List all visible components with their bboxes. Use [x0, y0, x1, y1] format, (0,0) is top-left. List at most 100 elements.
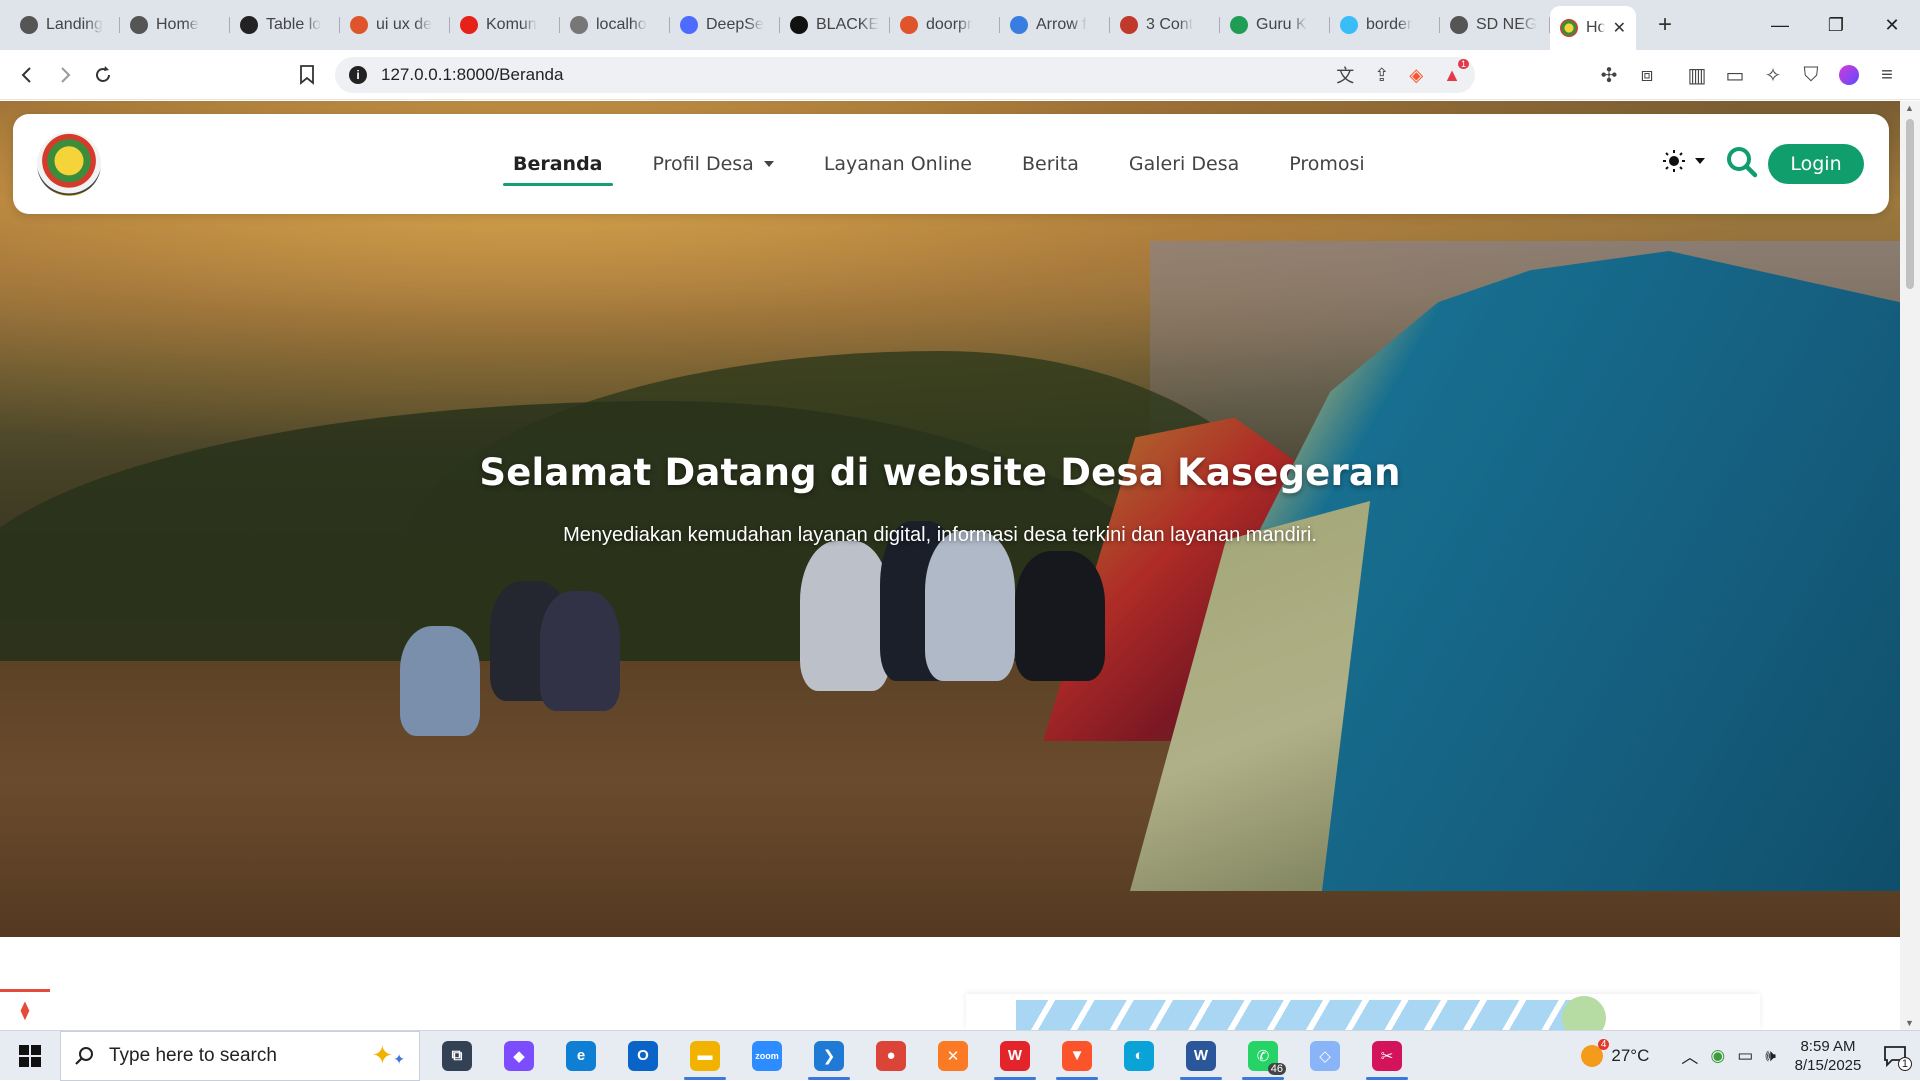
scroll-thumb[interactable] — [1906, 119, 1914, 289]
volume-icon[interactable]: 🕪 — [1765, 1046, 1776, 1066]
chevron-up-icon[interactable]: ︿ — [1681, 1043, 1698, 1068]
snipping-tool-icon: ✂ — [1372, 1040, 1402, 1071]
taskbar-app-snipping-tool[interactable]: ✂ — [1356, 1031, 1418, 1081]
weather-widget[interactable]: 4 27°C — [1581, 1038, 1649, 1067]
browser-tab[interactable]: BLACKE — [780, 5, 890, 45]
minimize-button[interactable]: — — [1752, 0, 1808, 50]
scroll-up-icon[interactable]: ▲ — [1905, 103, 1915, 113]
menu-icon[interactable]: ≡ — [1868, 56, 1906, 94]
nav-item-label: Beranda — [513, 153, 603, 175]
taskbar-app-git-app[interactable]: ◇ — [1294, 1031, 1356, 1081]
taskbar-app-vscode[interactable]: ❯ — [798, 1031, 860, 1081]
village-logo[interactable] — [37, 132, 101, 196]
browser-tab[interactable]: Guru K — [1220, 5, 1330, 45]
nav-item-profil-desa[interactable]: Profil Desa — [643, 114, 784, 214]
wallet-icon[interactable]: ▭ — [1716, 56, 1754, 94]
taskbar-app-copilot[interactable]: ◆ — [488, 1031, 550, 1081]
site-navbar: Beranda Profil Desa Layanan Online Berita Ga… — [13, 114, 1889, 214]
taskbar-search[interactable]: Type here to search ✦✦ — [60, 1030, 420, 1081]
page-scrollbar[interactable]: ▲ ▼ — [1900, 101, 1920, 1030]
taskbar-app-outlook[interactable]: O — [612, 1031, 674, 1081]
login-button[interactable]: Login — [1768, 144, 1864, 184]
nav-item-label: Layanan Online — [823, 153, 972, 175]
taskbar-app-xampp[interactable]: ✕ — [922, 1031, 984, 1081]
profile-avatar-icon[interactable] — [1830, 56, 1868, 94]
start-button[interactable] — [0, 1031, 60, 1081]
taskbar-app-chrome[interactable]: ● — [860, 1031, 922, 1081]
black-circle-icon — [790, 16, 808, 34]
browser-tab[interactable]: Table lo — [230, 5, 340, 45]
taskbar-app-wps-office[interactable]: W — [984, 1031, 1046, 1081]
screenshot-icon[interactable]: ⧈ — [1628, 56, 1666, 94]
sidebar-toggle-icon[interactable]: ▥ — [1678, 56, 1716, 94]
security-icon[interactable]: ◉ — [1710, 1046, 1725, 1066]
browser-tab[interactable]: doorpr — [890, 5, 1000, 45]
share-icon[interactable]: ⇪ — [1374, 65, 1389, 86]
globe-icon — [130, 16, 148, 34]
taskbar-app-word[interactable]: W — [1170, 1031, 1232, 1081]
restore-button[interactable]: ❐ — [1808, 0, 1864, 50]
browser-tab[interactable]: border — [1330, 5, 1440, 45]
site-info-icon[interactable]: i — [349, 66, 367, 84]
file-explorer-icon: ▬ — [690, 1040, 720, 1071]
browser-tab[interactable]: Home — [120, 5, 230, 45]
nav-item-layanan-online[interactable]: Layanan Online — [814, 114, 982, 214]
taskbar-app-edge[interactable]: e — [550, 1031, 612, 1081]
tab-title: ui ux de — [376, 16, 433, 33]
taskbar-app-edge-dev[interactable]: ◐ — [1108, 1031, 1170, 1081]
reload-button[interactable] — [84, 56, 122, 94]
tab-title: Guru K — [1256, 16, 1307, 33]
close-tab-icon[interactable]: ✕ — [1613, 18, 1626, 38]
nav-item-label: Berita — [1021, 153, 1079, 175]
search-button[interactable] — [1724, 144, 1760, 180]
address-bar[interactable]: i 127.0.0.1:8000/Beranda 文 ⇪ ◈ ▲ 1 — [335, 57, 1475, 93]
tab-active[interactable]: Ho ✕ — [1550, 6, 1636, 50]
tab-title: Home — [156, 16, 199, 33]
nav-item-galeri-desa[interactable]: Galeri Desa — [1119, 114, 1249, 214]
hero-title: Selamat Datang di website Desa Kasegeran — [479, 451, 1401, 494]
laravel-debugbar-icon[interactable]: ⧫ — [0, 989, 50, 1029]
extensions-icon[interactable]: ✣ — [1590, 56, 1628, 94]
back-button[interactable] — [8, 56, 46, 94]
scroll-down-icon[interactable]: ▼ — [1905, 1018, 1915, 1028]
taskbar-app-file-explorer[interactable]: ▬ — [674, 1031, 736, 1081]
nav-item-promosi[interactable]: Promosi — [1279, 114, 1374, 214]
browser-tab[interactable]: DeepSe — [670, 5, 780, 45]
theme-toggle[interactable] — [1663, 150, 1705, 172]
task-view-icon: ⧉ — [442, 1040, 472, 1071]
tab-title: localho — [596, 16, 647, 33]
search-icon — [75, 1046, 93, 1065]
leo-ai-icon[interactable]: ✧ — [1754, 56, 1792, 94]
forward-button[interactable] — [46, 56, 84, 94]
taskbar-app-zoom[interactable]: zoom — [736, 1031, 798, 1081]
notification-button[interactable]: 1 — [1880, 1041, 1912, 1071]
copilot-icon: ◆ — [504, 1040, 534, 1071]
browser-tab[interactable]: 3 Cont — [1110, 5, 1220, 45]
nav-item-label: Profil Desa — [652, 153, 754, 175]
url-text: 127.0.0.1:8000/Beranda — [381, 65, 564, 84]
bookmark-button[interactable] — [288, 56, 326, 94]
taskbar-app-task-view[interactable]: ⧉ — [426, 1031, 488, 1081]
browser-tab[interactable]: Arrow f — [1000, 5, 1110, 45]
nav-item-berita[interactable]: Berita — [1012, 114, 1089, 214]
browser-tab[interactable]: localho — [560, 5, 670, 45]
browser-tab[interactable]: SD NEG — [1440, 5, 1550, 45]
reload-icon — [96, 65, 110, 82]
vpn-icon[interactable]: ⛉ — [1792, 56, 1830, 94]
page-viewport: Selamat Datang di website Desa Kasegeran… — [0, 101, 1900, 1030]
browser-tab[interactable]: Komun — [450, 5, 560, 45]
weather-badge: 4 — [1597, 1038, 1610, 1050]
taskbar-app-whatsapp[interactable]: ✆ 46 — [1232, 1031, 1294, 1081]
taskbar-app-brave[interactable]: ▼ — [1046, 1031, 1108, 1081]
translate-icon[interactable]: 文 — [1336, 62, 1354, 88]
village-logo-icon — [1560, 19, 1578, 37]
clock[interactable]: 8:59 AM 8/15/2025 — [1788, 1037, 1868, 1075]
close-window-button[interactable]: ✕ — [1864, 0, 1920, 50]
nav-item-beranda[interactable]: Beranda — [503, 114, 613, 214]
battery-icon[interactable]: ▭ — [1737, 1046, 1753, 1066]
brave-shields-icon[interactable]: ◈ — [1409, 65, 1423, 86]
brave-rewards-icon[interactable]: ▲ 1 — [1443, 58, 1469, 86]
browser-tab[interactable]: ui ux de — [340, 5, 450, 45]
browser-tab[interactable]: Landing — [10, 5, 120, 45]
new-tab-button[interactable]: + — [1650, 11, 1680, 39]
